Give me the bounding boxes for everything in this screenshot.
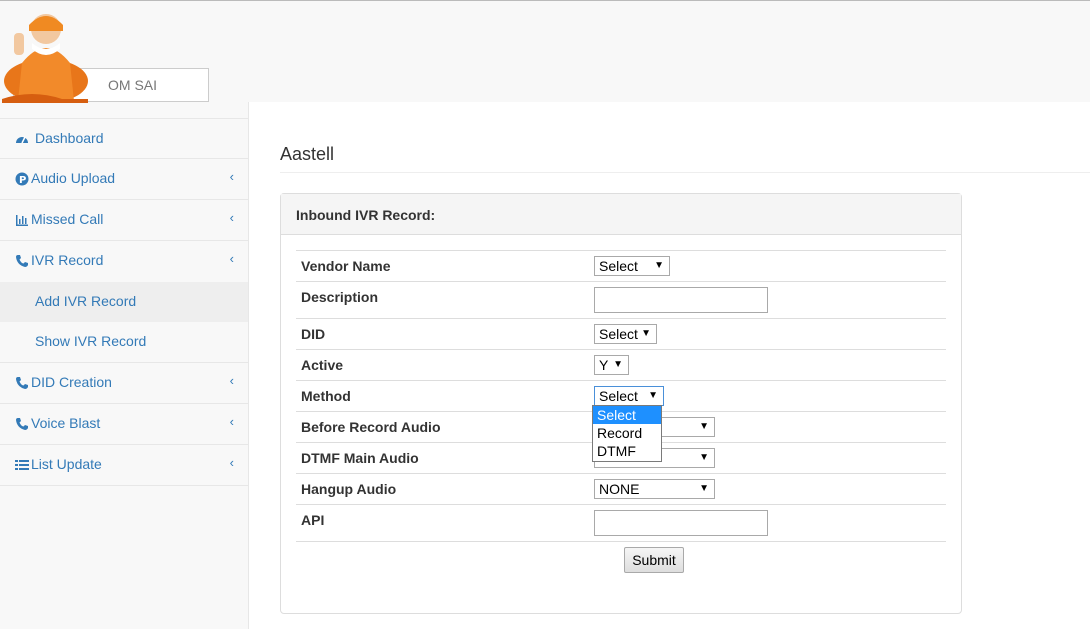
page-title: Aastell xyxy=(280,144,335,164)
form-row-description: Description xyxy=(296,281,946,319)
brand-name[interactable]: OM SAI xyxy=(108,77,157,93)
dropdown-arrow-icon: ▼ xyxy=(641,328,651,339)
chevron-left-icon[interactable]: ‹ xyxy=(230,169,234,184)
header: OM SAI xyxy=(0,1,1090,103)
chevron-left-icon[interactable]: ‹ xyxy=(230,210,234,225)
form-row-hangup-audio: Hangup Audio NONE ▼ xyxy=(296,473,946,505)
sidebar-item-missed-call[interactable]: Missed Call ‹ xyxy=(0,200,248,241)
select-value: Select xyxy=(599,388,638,404)
sidebar-item-did-creation[interactable]: DID Creation ‹ xyxy=(0,363,248,404)
sidebar-item-voice-blast[interactable]: Voice Blast ‹ xyxy=(0,404,248,445)
sidebar-item-dashboard[interactable]: Dashboard xyxy=(0,118,248,159)
field-label: Before Record Audio xyxy=(296,411,594,443)
sidebar-item-list-update[interactable]: List Update ‹ xyxy=(0,445,248,486)
field-label: Hangup Audio xyxy=(296,473,594,505)
dropdown-arrow-icon: ▼ xyxy=(699,452,709,463)
sidebar-item-label: Dashboard xyxy=(35,130,104,146)
field-label: Vendor Name xyxy=(296,250,594,282)
dropdown-arrow-icon: ▼ xyxy=(699,421,709,432)
form-row-active: Active Y ▼ xyxy=(296,349,946,381)
sidebar-item-label: IVR Record xyxy=(31,252,104,268)
sidebar-item-label: Missed Call xyxy=(31,211,104,227)
sidebar-subitem-label: Add IVR Record xyxy=(35,293,137,309)
form-row-vendor-name: Vendor Name Select ▼ xyxy=(296,250,946,282)
select-value: Select xyxy=(599,258,638,274)
chevron-left-icon[interactable]: ‹ xyxy=(230,373,234,388)
dropdown-arrow-icon: ▼ xyxy=(699,483,709,494)
field-label: Method xyxy=(296,380,594,412)
dropdown-arrow-icon: ▼ xyxy=(613,359,623,370)
dropdown-arrow-icon: ▼ xyxy=(654,260,664,271)
method-select[interactable]: Select ▼ xyxy=(594,386,664,406)
field-label: DID xyxy=(296,318,594,350)
ivr-record-panel: Inbound IVR Record: Vendor Name Select ▼… xyxy=(280,193,962,614)
did-select[interactable]: Select ▼ xyxy=(594,324,657,344)
select-value: Y xyxy=(599,357,609,373)
list-icon xyxy=(15,460,29,470)
sai-baba-logo xyxy=(2,14,88,103)
form-row-api: API xyxy=(296,504,946,542)
title-divider xyxy=(280,172,1090,173)
sidebar-subitem-label: Show IVR Record xyxy=(35,333,147,349)
bar-chart-icon xyxy=(16,215,28,226)
sidebar-item-label: DID Creation xyxy=(31,374,112,390)
dropdown-arrow-icon: ▼ xyxy=(648,390,658,401)
chevron-left-icon[interactable]: ‹ xyxy=(230,455,234,470)
api-input[interactable] xyxy=(594,510,768,536)
submit-button[interactable]: Submit xyxy=(624,547,684,573)
panel-heading: Inbound IVR Record: xyxy=(281,194,961,235)
p-circle-icon: P xyxy=(15,172,29,186)
method-option-select[interactable]: Select xyxy=(593,406,661,424)
hangup-audio-select[interactable]: NONE ▼ xyxy=(594,479,715,499)
vendor-name-select[interactable]: Select ▼ xyxy=(594,256,670,276)
chevron-left-icon[interactable]: ‹ xyxy=(230,251,234,266)
chevron-left-icon[interactable]: ‹ xyxy=(230,414,234,429)
sidebar-item-label: Audio Upload xyxy=(31,170,116,186)
sidebar-item-audio-upload[interactable]: P Audio Upload ‹ xyxy=(0,159,248,200)
sidebar-item-label: Voice Blast xyxy=(31,415,101,431)
active-select[interactable]: Y ▼ xyxy=(594,355,629,375)
field-label: Description xyxy=(296,281,594,319)
dashboard-icon xyxy=(16,136,28,144)
field-label: Active xyxy=(296,349,594,381)
phone-icon xyxy=(16,255,28,267)
field-label: DTMF Main Audio xyxy=(296,442,594,474)
select-value: NONE xyxy=(599,481,640,497)
sidebar-subitem-show-ivr-record[interactable]: Show IVR Record xyxy=(0,322,248,362)
sidebar: Dashboard P Audio Upload ‹ Missed Call ‹… xyxy=(0,118,248,629)
phone-icon xyxy=(16,418,28,430)
description-input[interactable] xyxy=(594,287,768,313)
field-label: API xyxy=(296,504,594,542)
svg-text:P: P xyxy=(19,175,26,186)
sidebar-item-label: List Update xyxy=(31,456,102,472)
page-wrapper: Aastell Inbound IVR Record: Vendor Name … xyxy=(248,102,1090,629)
sidebar-subitem-add-ivr-record[interactable]: Add IVR Record xyxy=(0,282,248,322)
sidebar-item-ivr-record[interactable]: IVR Record ‹ xyxy=(0,241,248,282)
select-value: Select xyxy=(599,326,638,342)
ivr-form: Vendor Name Select ▼ Description DID Sel… xyxy=(296,250,946,542)
ivr-submenu: Add IVR Record Show IVR Record xyxy=(0,282,248,363)
method-option-dtmf[interactable]: DTMF xyxy=(593,442,661,460)
method-option-record[interactable]: Record xyxy=(593,424,661,442)
method-dropdown-list: Select Record DTMF xyxy=(592,405,662,462)
form-row-did: DID Select ▼ xyxy=(296,318,946,350)
phone-icon xyxy=(16,377,28,389)
